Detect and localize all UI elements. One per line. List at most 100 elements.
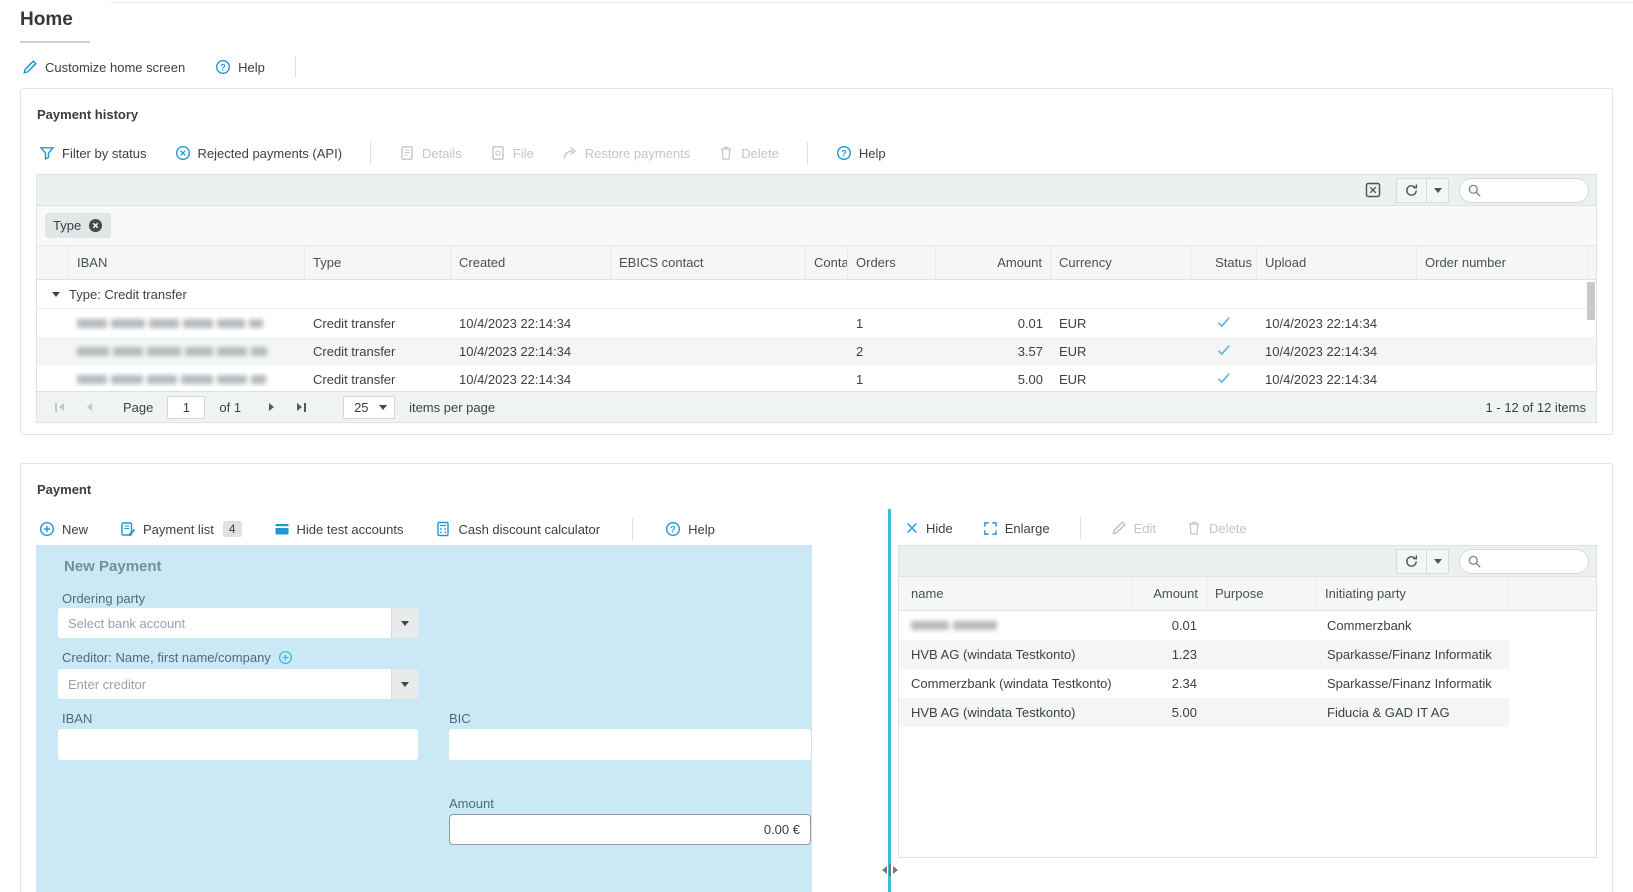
rejected-payments-button[interactable]: Rejected payments (API) — [175, 145, 343, 161]
plus-circle-icon — [39, 521, 55, 537]
svg-text:?: ? — [841, 148, 847, 158]
help-button-top[interactable]: ? Help — [215, 59, 265, 75]
group-chip-label: Type — [53, 218, 81, 233]
refresh-options-caret-button[interactable] — [1426, 179, 1448, 202]
group-chip-type[interactable]: Type — [45, 213, 111, 238]
filter-icon — [39, 145, 55, 161]
ordering-party-label: Ordering party — [62, 591, 145, 606]
table-row[interactable]: Credit transfer 10/4/2023 22:14:34 1 0.0… — [37, 309, 1596, 337]
search-input[interactable] — [1486, 551, 1582, 572]
cell-orders: 1 — [848, 316, 936, 331]
toolbar-divider — [807, 142, 808, 164]
refresh-options-caret-button[interactable] — [1426, 550, 1448, 573]
table-row[interactable]: Credit transfer 10/4/2023 22:14:34 2 3.5… — [37, 337, 1596, 365]
help-label-top: Help — [238, 60, 265, 75]
list-item[interactable]: 0.01 Commerzbank — [899, 611, 1509, 640]
customize-home-screen-button[interactable]: Customize home screen — [22, 59, 185, 75]
table-row[interactable]: Credit transfer 10/4/2023 22:14:34 1 5.0… — [37, 365, 1596, 393]
collapse-group-icon[interactable] — [52, 292, 60, 297]
new-label: New — [62, 522, 88, 537]
new-payment-button[interactable]: New — [39, 521, 88, 537]
cell-initiating-party: Commerzbank — [1317, 618, 1509, 633]
edit-button[interactable]: Edit — [1111, 520, 1156, 536]
group-row-credit-transfer[interactable]: Type: Credit transfer — [37, 280, 1596, 309]
search-input[interactable] — [1486, 180, 1582, 201]
chevron-down-icon — [1434, 188, 1442, 193]
first-page-button[interactable] — [47, 397, 71, 417]
list-item[interactable]: HVB AG (windata Testkonto) 1.23 Sparkass… — [899, 640, 1509, 669]
header-purpose[interactable]: Purpose — [1207, 577, 1317, 610]
enlarge-button[interactable]: Enlarge — [983, 521, 1050, 536]
restore-payments-button[interactable]: Restore payments — [562, 145, 691, 161]
chip-remove-icon[interactable] — [88, 218, 103, 233]
page-size-value: 25 — [354, 400, 368, 415]
page-number-input[interactable] — [167, 396, 205, 419]
payment-list-icon — [120, 521, 136, 537]
help-icon: ? — [215, 59, 231, 75]
hide-list-button[interactable]: Hide — [905, 521, 953, 536]
details-button[interactable]: Details — [399, 145, 462, 161]
hide-label: Hide — [926, 521, 953, 536]
toolbar-divider — [295, 56, 296, 78]
delete-button[interactable]: Delete — [718, 145, 779, 161]
filter-by-status-button[interactable]: Filter by status — [39, 145, 147, 161]
header-amount[interactable]: Amount — [1132, 577, 1207, 610]
creditor-input[interactable] — [58, 669, 391, 699]
close-icon — [905, 521, 919, 535]
header-type[interactable]: Type — [305, 246, 451, 279]
header-name[interactable]: name — [899, 577, 1132, 610]
page-title: Home — [20, 9, 73, 31]
bic-label: BIC — [449, 711, 471, 726]
list-item[interactable]: HVB AG (windata Testkonto) 5.00 Fiducia … — [899, 698, 1509, 727]
new-payment-form: New Payment Ordering party Creditor: Nam… — [36, 545, 812, 892]
page-size-select[interactable]: 25 — [343, 396, 395, 419]
cell-upload: 10/4/2023 22:14:34 — [1257, 316, 1417, 331]
ordering-party-combobox — [58, 608, 418, 638]
header-order-number[interactable]: Order number — [1417, 246, 1588, 279]
splitter-handle[interactable] — [877, 860, 903, 880]
vertical-scrollbar-thumb[interactable] — [1587, 282, 1595, 320]
previous-page-button[interactable] — [77, 397, 101, 417]
calculator-icon — [435, 521, 451, 537]
panel-splitter[interactable] — [888, 509, 891, 892]
refresh-button[interactable] — [1397, 550, 1426, 573]
header-initiating-party[interactable]: Initiating party — [1317, 577, 1509, 610]
payment-list-button[interactable]: Payment list 4 — [120, 521, 242, 537]
cell-initiating-party: Sparkasse/Finanz Informatik — [1317, 647, 1509, 662]
header-iban[interactable]: IBAN — [69, 246, 305, 279]
ordering-party-dropdown-button[interactable] — [391, 608, 418, 638]
restore-payments-label: Restore payments — [585, 146, 691, 161]
creditor-dropdown-button[interactable] — [391, 669, 418, 699]
bic-input[interactable] — [449, 729, 811, 760]
file-button[interactable]: File — [490, 145, 534, 161]
header-ebics-contact[interactable]: EBICS contact — [611, 246, 806, 279]
delete-list-button[interactable]: Delete — [1186, 520, 1247, 536]
cash-discount-calculator-button[interactable]: Cash discount calculator — [435, 521, 600, 537]
customize-home-screen-label: Customize home screen — [45, 60, 185, 75]
hide-test-accounts-button[interactable]: Hide test accounts — [274, 521, 404, 537]
details-document-icon — [399, 145, 415, 161]
help-button-payment[interactable]: ? Help — [665, 521, 715, 537]
grid-toolbar — [37, 175, 1596, 206]
export-excel-button[interactable] — [1360, 178, 1386, 202]
header-amount[interactable]: Amount — [936, 246, 1051, 279]
add-creditor-plus-icon[interactable] — [278, 650, 293, 665]
header-currency[interactable]: Currency — [1051, 246, 1191, 279]
list-item[interactable]: Commerzbank (windata Testkonto) 2.34 Spa… — [899, 669, 1509, 698]
pencil-icon — [1111, 520, 1127, 536]
iban-input[interactable] — [58, 729, 418, 760]
cell-upload: 10/4/2023 22:14:34 — [1257, 372, 1417, 387]
header-created[interactable]: Created — [451, 246, 611, 279]
grid-search — [1459, 178, 1589, 203]
refresh-button[interactable] — [1397, 179, 1426, 202]
chevron-down-icon — [401, 682, 409, 687]
last-page-button[interactable] — [289, 397, 313, 417]
next-page-button[interactable] — [259, 397, 283, 417]
header-status[interactable]: Status — [1191, 246, 1257, 279]
header-upload[interactable]: Upload — [1257, 246, 1417, 279]
header-orders[interactable]: Orders — [848, 246, 936, 279]
amount-input[interactable] — [449, 814, 811, 845]
help-button-payment-history[interactable]: ? Help — [836, 145, 886, 161]
ordering-party-input[interactable] — [58, 608, 391, 638]
header-conta[interactable]: Conta... — [806, 246, 848, 279]
